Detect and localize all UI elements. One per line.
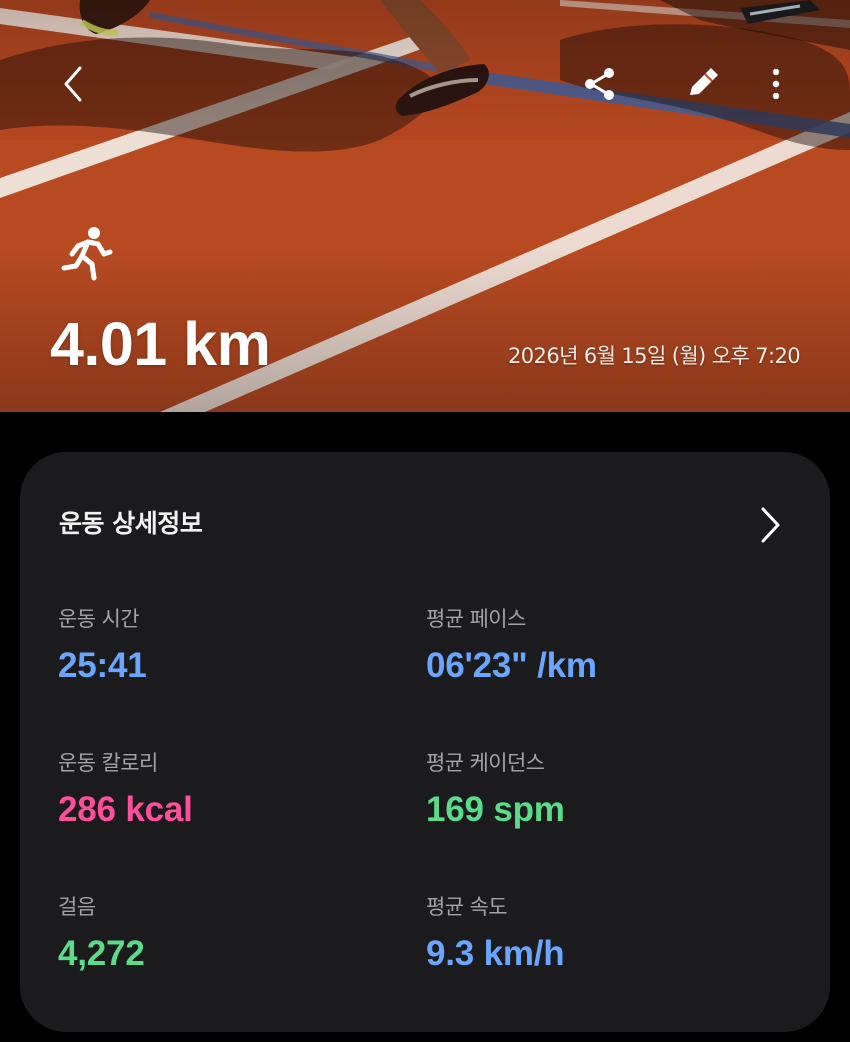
stat-label: 평균 속도 [426, 895, 508, 919]
back-button[interactable] [49, 60, 97, 108]
hero-banner: 4.01 km 2026년 6월 15일 (월) 오후 7:20 [0, 0, 850, 412]
stat-value: 169 spm [426, 790, 565, 829]
more-vertical-icon [772, 68, 780, 100]
chevron-right-icon [761, 507, 780, 543]
stat-value: 4,272 [58, 934, 145, 973]
back-arrow-icon [64, 66, 82, 102]
stat-label: 운동 칼로리 [58, 751, 158, 775]
stat-label: 평균 케이던스 [426, 751, 545, 775]
stat-calories: 운동 칼로리 286 kcal [58, 748, 398, 830]
workout-distance: 4.01 km [50, 310, 271, 378]
stat-average-speed: 평균 속도 9.3 km/h [426, 892, 766, 974]
stat-value: 286 kcal [58, 790, 193, 829]
workout-details-card[interactable]: 운동 상세정보 운동 시간 25:41 평균 페이스 06'23" /km 운동… [20, 452, 830, 1032]
stat-average-cadence: 평균 케이던스 169 spm [426, 748, 766, 830]
stat-value: 25:41 [58, 646, 147, 685]
details-expand-button[interactable] [747, 502, 793, 548]
card-title: 운동 상세정보 [59, 509, 203, 538]
workout-datetime: 2026년 6월 15일 (월) 오후 7:20 [508, 344, 801, 368]
more-options-button[interactable] [752, 60, 800, 108]
stat-value: 9.3 km/h [426, 934, 565, 973]
stat-average-pace: 평균 페이스 06'23" /km [426, 604, 766, 686]
stat-value: 06'23" /km [426, 646, 597, 685]
running-person-icon [61, 227, 113, 281]
stat-steps: 걸음 4,272 [58, 892, 398, 974]
stat-label: 걸음 [58, 895, 96, 919]
stat-label: 운동 시간 [58, 607, 140, 631]
edit-button[interactable] [678, 60, 726, 108]
share-button[interactable] [576, 60, 624, 108]
share-icon [585, 68, 614, 100]
stat-label: 평균 페이스 [426, 607, 526, 631]
stat-workout-time: 운동 시간 25:41 [58, 604, 398, 686]
pencil-icon [690, 68, 718, 95]
